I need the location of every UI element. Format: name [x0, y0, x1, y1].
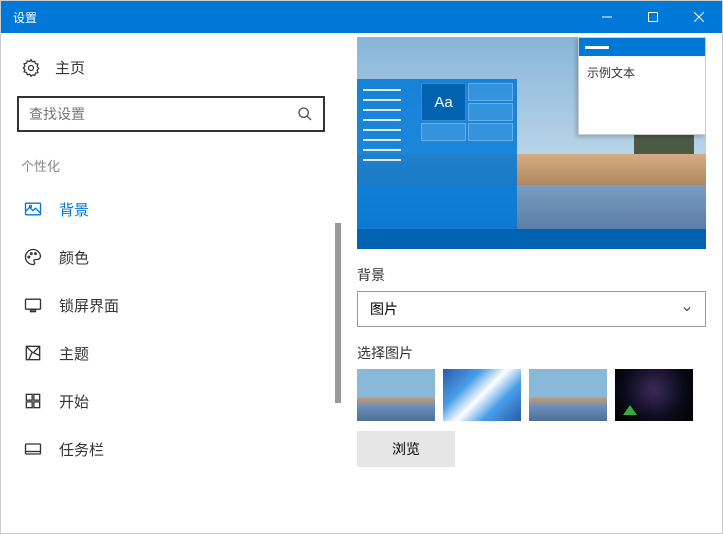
minimize-button[interactable] [584, 1, 630, 33]
theme-icon [23, 343, 43, 363]
thumbnail-1[interactable] [357, 369, 435, 421]
search-box[interactable] [17, 96, 325, 132]
thumbnail-2[interactable] [443, 369, 521, 421]
desktop-preview: Aa 示例文本 [357, 37, 706, 249]
sample-text: 示例文本 [579, 56, 705, 134]
gear-icon [21, 58, 41, 78]
window-title: 设置 [1, 9, 37, 26]
nav-item-lockscreen[interactable]: 锁屏界面 [13, 281, 329, 329]
nav-item-label: 主题 [59, 343, 89, 364]
section-label: 个性化 [13, 152, 329, 185]
dropdown-value: 图片 [370, 299, 398, 319]
home-button[interactable]: 主页 [13, 49, 329, 96]
nav-item-start[interactable]: 开始 [13, 377, 329, 425]
chevron-down-icon [681, 303, 693, 315]
lockscreen-icon [23, 295, 43, 315]
preview-taskbar [357, 229, 706, 249]
nav-item-label: 开始 [59, 391, 89, 412]
background-label: 背景 [357, 265, 706, 285]
thumbnail-row [357, 369, 706, 421]
nav-item-label: 颜色 [59, 247, 89, 268]
nav-item-label: 任务栏 [59, 439, 104, 460]
thumbnail-4[interactable] [615, 369, 693, 421]
nav-list: 背景 颜色 锁屏界面 主题 开始 任务栏 [13, 185, 329, 473]
nav-item-colors[interactable]: 颜色 [13, 233, 329, 281]
preview-aa-tile: Aa [421, 83, 466, 121]
home-label: 主页 [55, 57, 85, 78]
nav-item-themes[interactable]: 主题 [13, 329, 329, 377]
nav-item-taskbar[interactable]: 任务栏 [13, 425, 329, 473]
search-input[interactable] [29, 106, 297, 122]
taskbar-icon [23, 439, 43, 459]
start-icon [23, 391, 43, 411]
nav-item-label: 背景 [59, 199, 89, 220]
preview-start-menu: Aa [357, 79, 517, 229]
browse-button[interactable]: 浏览 [357, 431, 455, 467]
close-button[interactable] [676, 1, 722, 33]
thumbnail-3[interactable] [529, 369, 607, 421]
background-dropdown[interactable]: 图片 [357, 291, 706, 327]
maximize-button[interactable] [630, 1, 676, 33]
titlebar: 设置 [1, 1, 722, 33]
sample-window: 示例文本 [578, 37, 706, 135]
window-controls [584, 1, 722, 33]
search-icon [297, 106, 313, 122]
choose-picture-label: 选择图片 [357, 343, 706, 363]
palette-icon [23, 247, 43, 267]
nav-item-background[interactable]: 背景 [13, 185, 329, 233]
sidebar: 主页 个性化 背景 颜色 锁屏界面 主题 [1, 33, 341, 533]
nav-item-label: 锁屏界面 [59, 295, 119, 316]
picture-icon [23, 199, 43, 219]
main-panel: Aa 示例文本 背景 图片 选择图片 [341, 33, 722, 533]
